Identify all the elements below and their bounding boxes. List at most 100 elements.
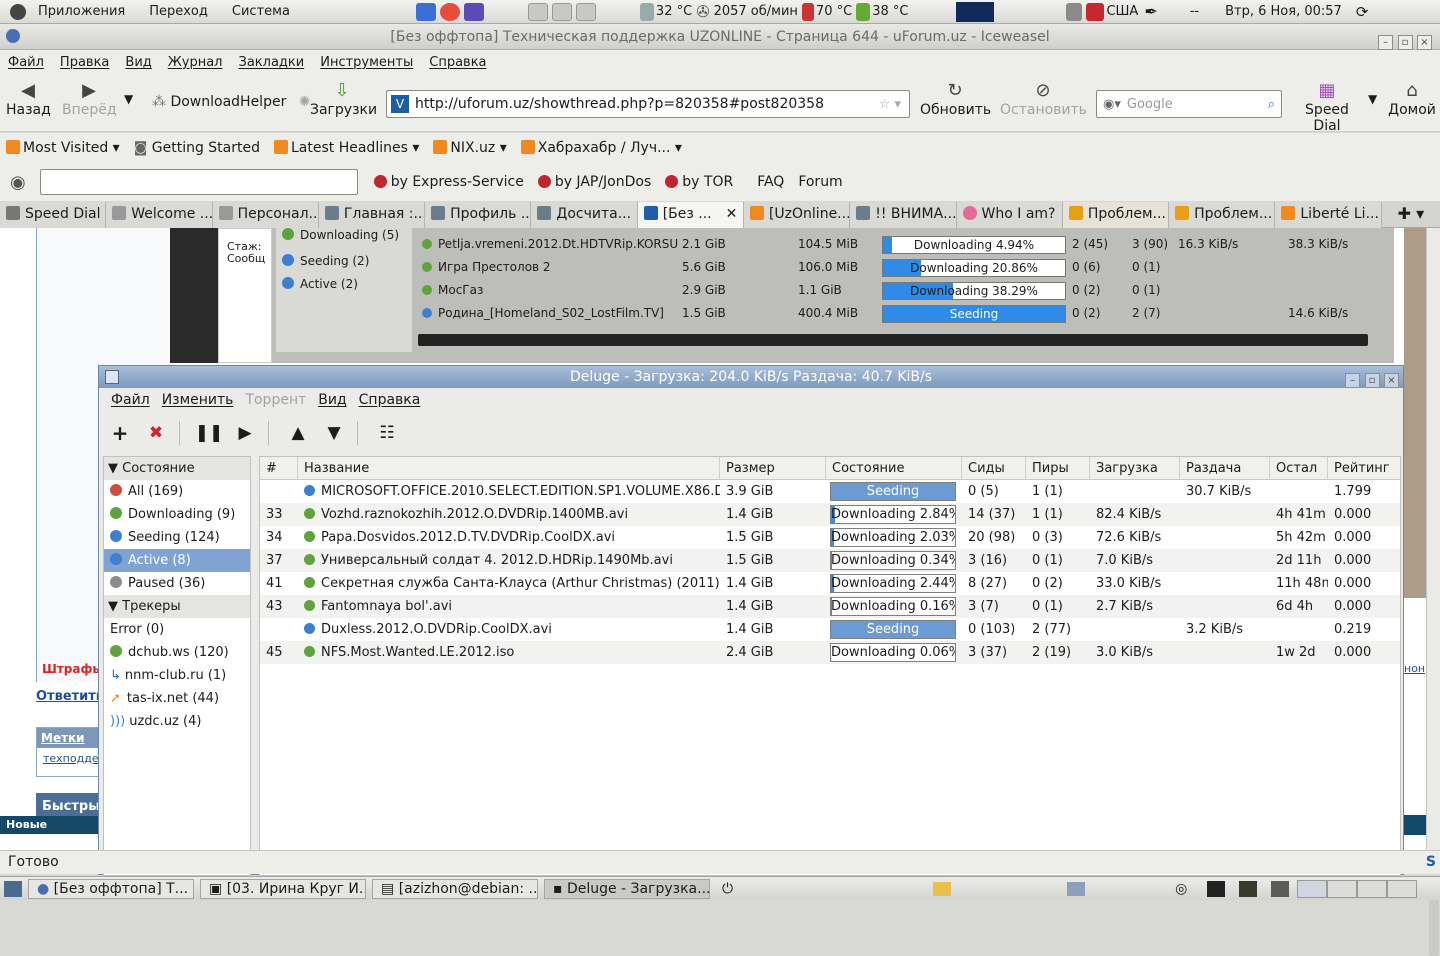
page-scrollbar[interactable] — [1426, 228, 1440, 850]
bg-torrent-row[interactable]: Родина_[Homeland_S02_LostFilm.TV]1.5 GiB… — [416, 302, 1382, 325]
tab[interactable]: Досчита... — [531, 202, 637, 228]
close-tab-icon[interactable]: ✕ — [726, 206, 738, 222]
app-icon[interactable] — [1086, 3, 1104, 21]
tab-active[interactable]: [Без ...✕ — [638, 202, 744, 228]
resume-icon[interactable]: ▶ — [230, 418, 260, 448]
column-header[interactable]: Пиры — [1026, 457, 1090, 480]
column-header[interactable]: Сиды — [962, 457, 1026, 480]
workspace-switcher-icon[interactable] — [1327, 880, 1357, 898]
reply-link[interactable]: Ответить — [36, 689, 104, 704]
tray-icon[interactable] — [933, 882, 951, 896]
keyboard-layout[interactable]: США — [1106, 4, 1138, 19]
chrome-icon[interactable] — [440, 3, 460, 21]
menu-places[interactable]: Переход — [137, 4, 220, 19]
torrent-row[interactable]: 43Fantomnaya bol'.avi1.4 GiBDownloading … — [260, 595, 1401, 618]
pen-icon[interactable]: ✒ — [1144, 2, 1157, 21]
tor-express[interactable]: by Express-Service — [374, 174, 524, 190]
bookmark-most-visited[interactable]: Most Visited ▾ — [0, 140, 128, 156]
tags-header[interactable]: Метки — [37, 728, 99, 748]
home-button[interactable]: ⌂ Домой — [1388, 80, 1436, 118]
forward-button[interactable]: ▶ Вперёд — [62, 80, 116, 118]
tor-jondos[interactable]: by JAP/JonDos — [538, 174, 651, 190]
bg-torrent-row[interactable]: Игра Престолов 25.6 GiB106.0 MiB0 (6)0 (… — [416, 256, 1382, 279]
tor-faq-link[interactable]: FAQ — [757, 174, 784, 190]
tool-launcher-icon[interactable] — [1271, 881, 1289, 897]
pause-icon[interactable]: ❚❚ — [194, 418, 224, 448]
anonymizer-input[interactable] — [40, 169, 358, 195]
tab[interactable]: Liberté Li... — [1275, 202, 1381, 228]
state-item[interactable]: Seeding (124) — [104, 526, 250, 549]
url-text[interactable]: http://uforum.uz/showthread.php?p=820358… — [415, 96, 824, 112]
menu-bookmarks[interactable]: Закладки — [231, 55, 313, 70]
deluge-menu-view[interactable]: Вид — [312, 392, 352, 408]
tracker-item[interactable]: )))uzdc.uz (4) — [104, 710, 250, 733]
new-tab-icon[interactable]: ✚ ▾ — [1382, 202, 1440, 227]
deluge-menu-help[interactable]: Справка — [353, 392, 427, 408]
taskbar-item-terminal[interactable]: ▤ [azizhon@debian: ... — [372, 879, 538, 899]
system-monitor-graph[interactable] — [956, 2, 994, 22]
column-header[interactable]: Состояние — [826, 457, 962, 480]
tab[interactable]: !! ВНИМА... — [850, 202, 956, 228]
column-header[interactable]: Раздача — [1180, 457, 1270, 480]
tray-icon[interactable] — [1067, 882, 1085, 896]
bg-side-item[interactable]: Active (2) — [276, 273, 412, 296]
torrent-row[interactable]: Duxless.2012.O.DVDRip.CoolDX.avi1.4 GiBS… — [260, 618, 1401, 641]
column-header[interactable]: Название — [298, 457, 720, 480]
tray-icon[interactable]: ◎ — [1175, 881, 1187, 897]
url-bar[interactable]: V http://uforum.uz/showthread.php?p=8203… — [386, 90, 910, 118]
menu-help[interactable]: Справка — [421, 55, 494, 70]
column-header[interactable]: Загрузка — [1090, 457, 1180, 480]
bookmark-habrahabr[interactable]: Хабрахабр / Луч... ▾ — [515, 140, 690, 156]
launcher-icon[interactable] — [464, 3, 484, 21]
monitor-launcher-icon[interactable] — [1239, 881, 1257, 897]
remove-torrent-icon[interactable]: ✖ — [141, 418, 171, 448]
power-icon[interactable]: ⏻ — [722, 881, 733, 897]
show-desktop-icon[interactable] — [4, 881, 22, 897]
minimize-icon[interactable]: – — [1345, 373, 1360, 388]
bg-hscrollbar[interactable] — [418, 334, 1368, 346]
workspace-icon[interactable] — [552, 3, 572, 21]
tab[interactable]: Who I am? — [957, 202, 1063, 228]
torrent-row[interactable]: 34Papa.Dosvidos.2012.D.TV.DVDRip.CoolDX.… — [260, 526, 1401, 549]
search-box[interactable]: ◉▾ Google ⌕ — [1096, 90, 1282, 118]
taskbar-item-deluge[interactable]: ▪ Deluge - Загрузка... — [544, 879, 710, 899]
menu-history[interactable]: Журнал — [160, 55, 231, 70]
bookmark-nix-uz[interactable]: NIX.uz ▾ — [427, 140, 514, 156]
back-button[interactable]: ◀ Назад — [6, 80, 50, 118]
deluge-menu-edit[interactable]: Изменить — [156, 392, 240, 408]
iceweasel-icon[interactable] — [6, 29, 20, 43]
bg-torrent-row[interactable]: МосГаз2.9 GiB1.1 GiB0 (2)0 (1)Downloadin… — [416, 279, 1382, 302]
tab[interactable]: Профиль ... — [425, 202, 531, 228]
bg-side-item[interactable]: Downloading (5) — [276, 228, 412, 250]
menu-view[interactable]: Вид — [117, 55, 159, 70]
bookmark-latest-headlines[interactable]: Latest Headlines ▾ — [268, 140, 427, 156]
workspace-switcher-icon[interactable] — [1297, 880, 1327, 898]
state-item[interactable]: Active (8) — [104, 549, 250, 572]
column-header[interactable]: # — [260, 457, 298, 480]
state-item[interactable]: All (169) — [104, 480, 250, 503]
bg-side-item[interactable]: Seeding (2) — [276, 250, 412, 273]
search-icon[interactable]: ⌕ — [1268, 97, 1275, 112]
torrent-row[interactable]: 33Vozhd.raznokozhih.2012.O.DVDRip.1400MB… — [260, 503, 1401, 526]
column-header[interactable]: Остал — [1270, 457, 1328, 480]
menu-system[interactable]: Система — [220, 4, 302, 19]
state-item[interactable]: Downloading (9) — [104, 503, 250, 526]
speed-dial-button[interactable]: ▦ Speed Dial — [1290, 80, 1364, 134]
tor-forum-link[interactable]: Forum — [798, 174, 842, 190]
stop-button[interactable]: ⊘ Остановить — [1000, 80, 1086, 118]
downloadhelper-button[interactable]: ⁂ DownloadHelper ✺ — [152, 94, 311, 110]
search-engine-icon[interactable]: ◉▾ — [1103, 97, 1121, 112]
column-header[interactable]: Рейтинг — [1328, 457, 1401, 480]
bg-torrent-row[interactable]: Petlja.vremeni.2012.Dt.HDTVRip.KORSUB.21… — [416, 233, 1382, 256]
taskbar-item-browser[interactable]: ● [Без оффтопа] Т... — [28, 879, 194, 899]
workspace-icon[interactable] — [576, 3, 596, 21]
tab[interactable]: Проблем... — [1063, 202, 1169, 228]
statusbar-addon-icon[interactable]: S — [1426, 851, 1436, 873]
trackers-header[interactable]: ▼ Трекеры — [104, 595, 250, 618]
torrent-row[interactable]: MICROSOFT.OFFICE.2010.SELECT.EDITION.SP1… — [260, 480, 1401, 503]
deluge-window-icon[interactable] — [105, 370, 119, 384]
tracker-item[interactable]: ➚tas-ix.net (44) — [104, 687, 250, 710]
maximize-icon[interactable]: ▫ — [1365, 373, 1380, 388]
clock[interactable]: Втр, 6 Ноя, 00:57 — [1225, 4, 1342, 19]
tab[interactable]: [UzOnline... — [744, 202, 850, 228]
